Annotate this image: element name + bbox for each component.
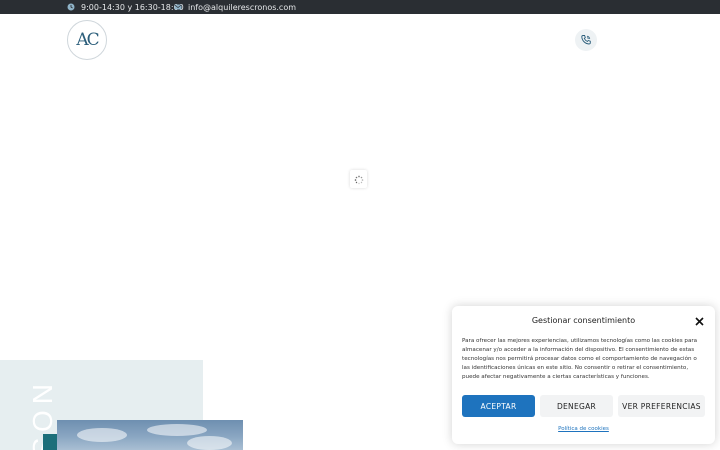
view-preferences-button[interactable]: VER PREFERENCIAS [618,395,705,417]
phone-button[interactable] [575,29,597,51]
logo-text: AC [76,30,99,50]
spinner-icon [354,170,364,189]
contact-email[interactable]: info@alquilerescronos.com [174,0,296,14]
clock-icon [67,3,75,11]
close-icon[interactable] [694,316,704,326]
loading-spinner [350,170,367,188]
hero-image [57,420,243,450]
cookie-consent-dialog: Gestionar consentimiento Para ofrecer la… [452,306,715,444]
contact-email-text[interactable]: info@alquilerescronos.com [188,3,296,12]
page: 9:00-14:30 y 16:30-18:00 info@alquileres… [0,0,720,450]
consent-title: Gestionar consentimiento [531,316,636,325]
opening-hours: 9:00-14:30 y 16:30-18:00 [67,0,184,14]
site-header: AC [0,14,720,66]
cookie-policy-link[interactable]: Política de cookies [452,426,715,432]
mail-icon [174,3,182,11]
accent-strip [43,434,57,450]
consent-body: Para ofrecer las mejores experiencias, u… [462,338,698,380]
top-bar: 9:00-14:30 y 16:30-18:00 info@alquileres… [0,0,720,14]
accept-button[interactable]: ACEPTAR [462,395,535,417]
phone-icon [580,31,592,50]
site-logo[interactable]: AC [67,20,107,60]
deny-button[interactable]: DENEGAR [540,395,613,417]
opening-hours-text: 9:00-14:30 y 16:30-18:00 [81,2,184,12]
